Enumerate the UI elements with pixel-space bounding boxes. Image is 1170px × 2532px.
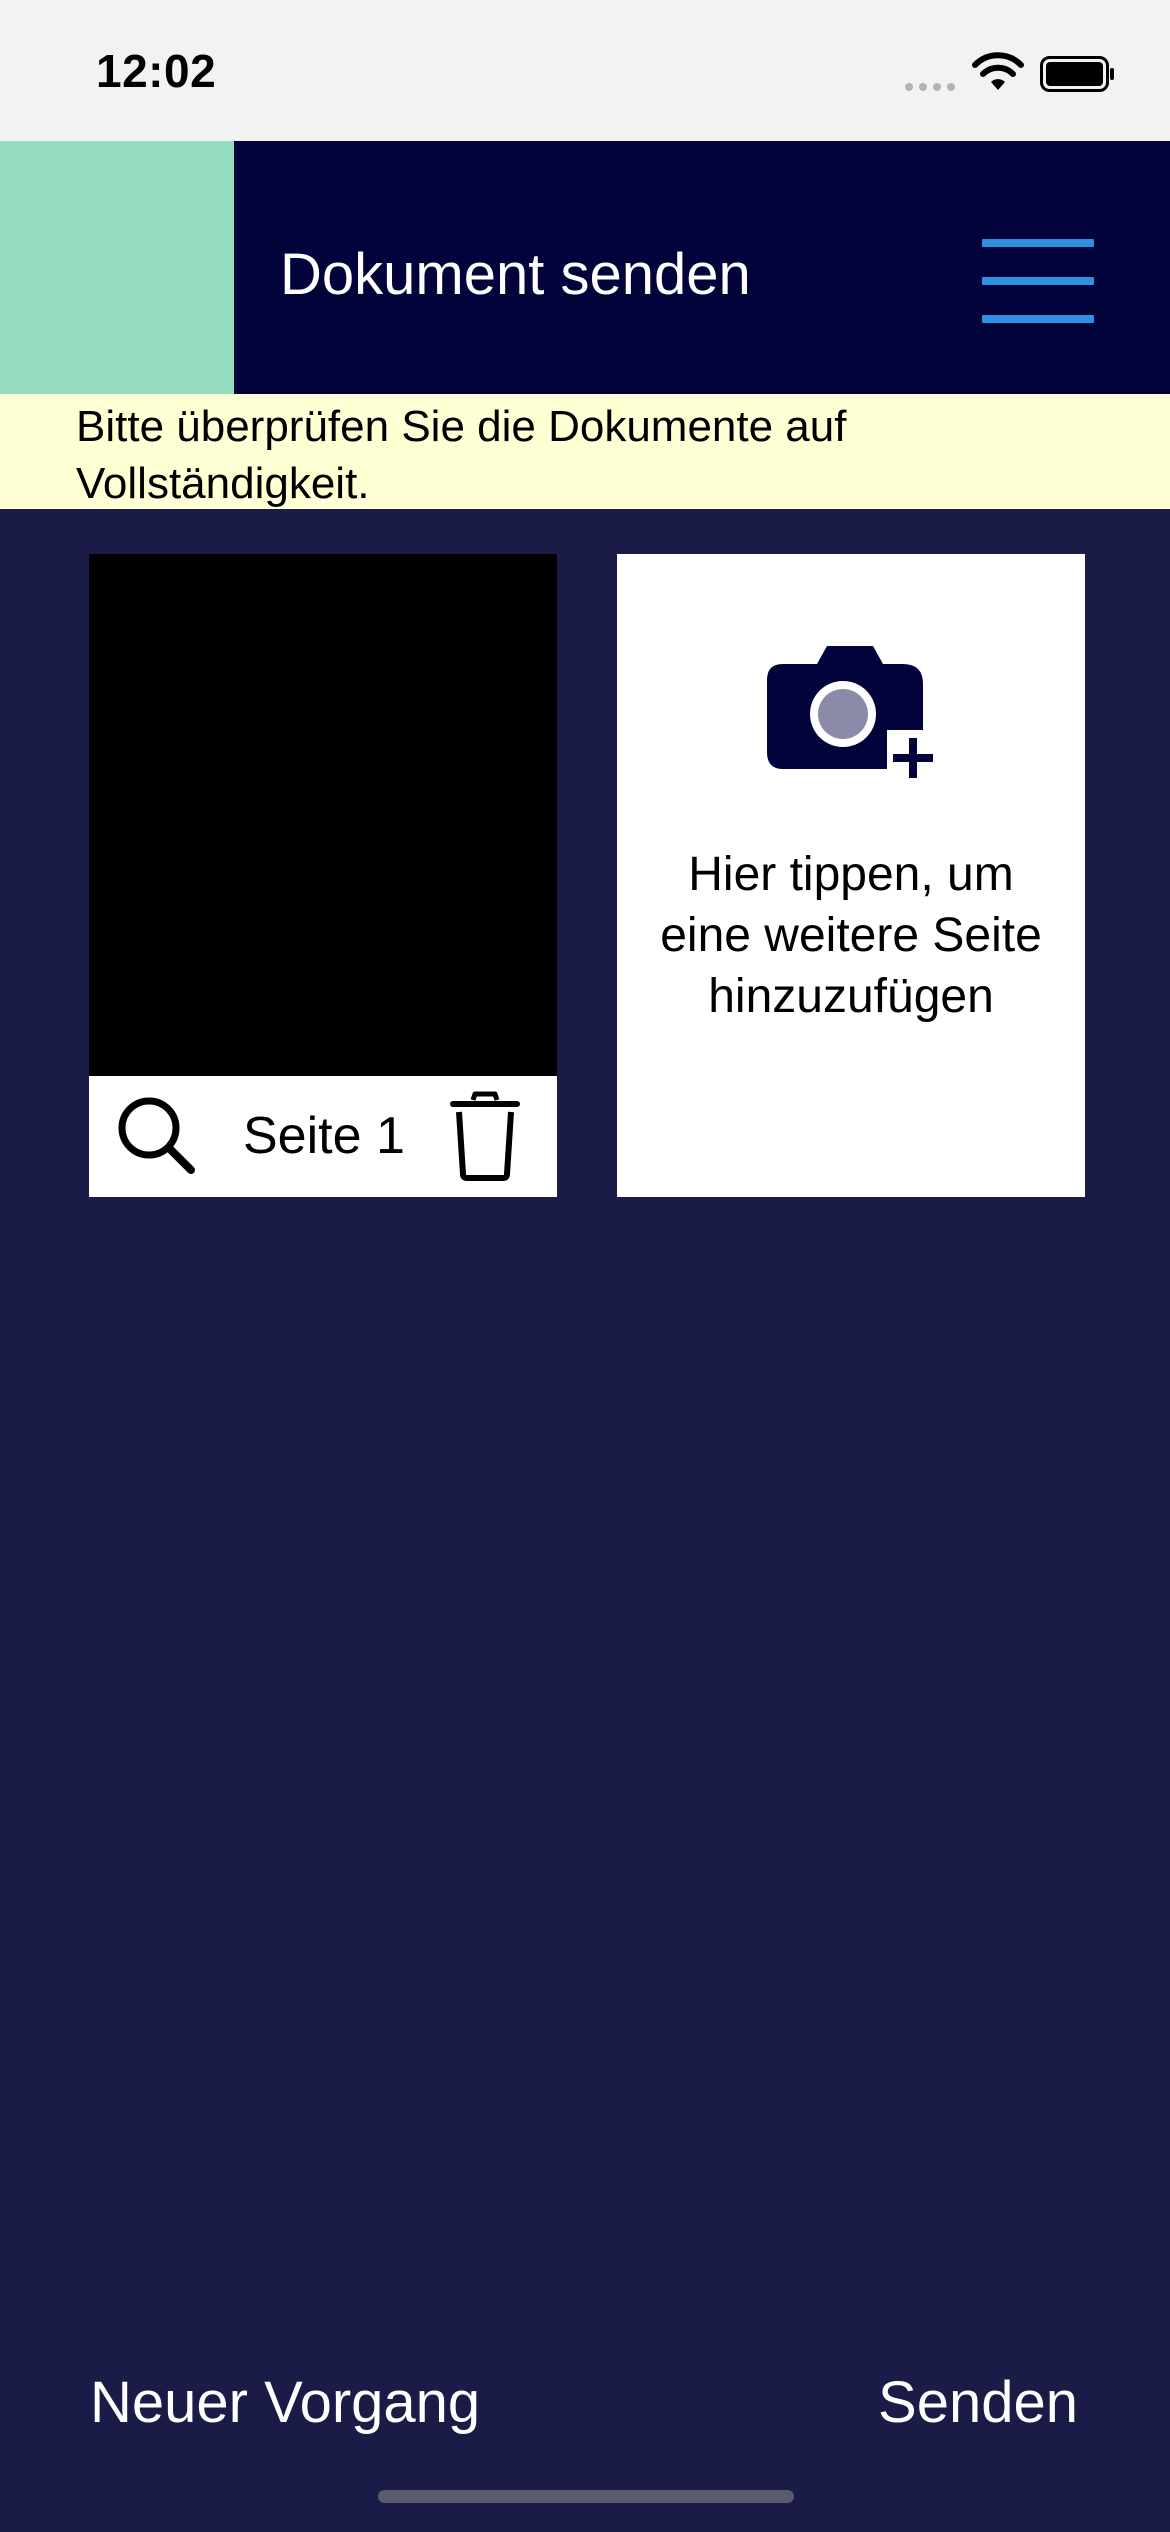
notice-text: Bitte überprüfen Sie die Dokumente auf V…	[76, 402, 847, 508]
new-process-button[interactable]: Neuer Vorgang	[90, 2370, 480, 2436]
add-page-text: Hier tippen, um eine weitere Seite hinzu…	[660, 848, 1042, 1023]
status-time: 12:02	[96, 45, 217, 97]
wifi-icon	[972, 52, 1024, 90]
menu-button[interactable]	[974, 231, 1104, 331]
home-indicator	[378, 2490, 794, 2503]
battery-icon	[1040, 56, 1114, 92]
notice-banner: Bitte überprüfen Sie die Dokumente auf V…	[0, 394, 1170, 509]
page-thumbnail[interactable]	[89, 554, 557, 1076]
camera-plus-icon	[767, 646, 939, 782]
page-card-footer: Seite 1	[89, 1076, 557, 1197]
add-page-button[interactable]: Hier tippen, um eine weitere Seite hinzu…	[617, 554, 1085, 1197]
trash-icon[interactable]	[445, 1086, 525, 1186]
header-accent-block	[0, 141, 234, 394]
magnifier-icon[interactable]	[113, 1090, 203, 1180]
page-label: Seite 1	[243, 1107, 405, 1165]
page-title: Dokument senden	[280, 242, 751, 307]
page-card: Seite 1	[89, 554, 557, 1197]
send-button[interactable]: Senden	[878, 2370, 1078, 2436]
status-bar: 12:02	[0, 0, 1170, 141]
app-header: Dokument senden	[0, 141, 1170, 394]
cellular-signal-icon	[905, 83, 955, 91]
